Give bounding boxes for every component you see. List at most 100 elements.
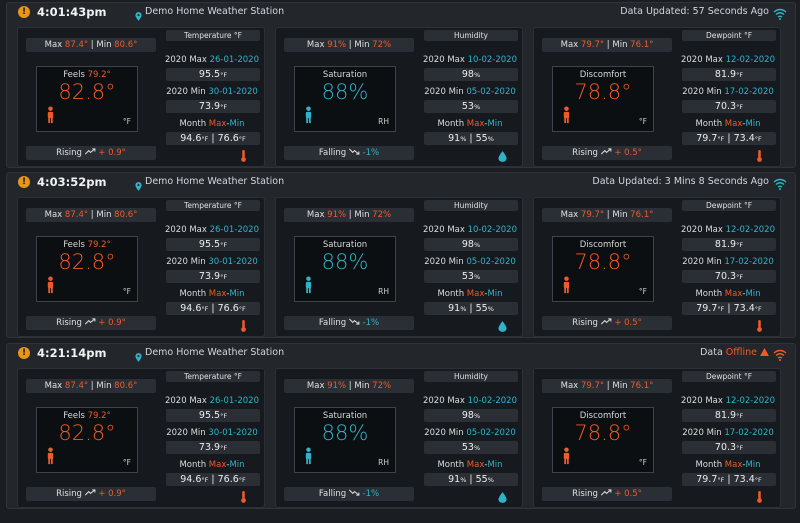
trend-arrow-icon — [600, 489, 615, 499]
min-label: | Min — [346, 381, 373, 391]
year-max-text: 2020 Max — [680, 396, 726, 406]
month-sep: | — [724, 474, 734, 485]
data-status: Data Updated: 57 Seconds Ago — [620, 6, 769, 17]
humidity-gauge: Saturation 88% RH — [294, 407, 396, 473]
year-max-label: 2020 Max 26-01-2020 — [158, 225, 266, 235]
min-value: 72% — [372, 210, 392, 220]
dewpoint-card: Max 79.7° | Min 76.1° Discomfort 78.8° °F Ri… — [533, 27, 781, 167]
trend-value: + 0.9° — [98, 318, 126, 328]
year-max-label: 2020 Max 12-02-2020 — [674, 55, 782, 65]
humidity-day-max-min: Max 91% | Min 72% — [284, 208, 414, 222]
data-status-value: Offline — [725, 347, 757, 358]
year-min-number: 70.3 — [714, 442, 737, 453]
month-max: Max — [208, 460, 227, 470]
unit: °F — [238, 135, 246, 143]
year-min-value: 73.9°F — [166, 441, 260, 454]
month-min: Min — [745, 119, 761, 129]
warning-icon[interactable]: ! — [18, 347, 30, 359]
dewpoint-trend: Rising + 0.5° — [542, 487, 672, 501]
station-name[interactable]: Demo Home Weather Station — [145, 6, 284, 17]
station-name[interactable]: Demo Home Weather Station — [145, 347, 284, 358]
unit: % — [487, 135, 494, 143]
unit: % — [473, 71, 481, 79]
month-min-number: 76.6 — [217, 133, 239, 144]
month-max-number: 91 — [448, 133, 461, 144]
trend-value: -1% — [362, 148, 380, 158]
month-value: 94.6°F | 76.6°F — [166, 302, 260, 315]
warning-icon[interactable]: ! — [18, 6, 30, 18]
year-min-value: 53% — [424, 100, 518, 113]
max-label: Max — [560, 210, 581, 220]
max-value: 87.4° — [64, 381, 89, 391]
unit: °F — [220, 444, 228, 452]
month-min-number: 73.4 — [733, 303, 755, 314]
station-name[interactable]: Demo Home Weather Station — [145, 176, 284, 187]
year-min-label: 2020 Min 05-02-2020 — [416, 87, 524, 97]
year-max-value: 81.9°F — [682, 238, 776, 251]
month-max-number: 79.7 — [696, 133, 718, 144]
trend-value: + 0.5° — [614, 489, 642, 499]
temperature-gauge: Feels 79.2° 82.8° °F — [36, 407, 138, 473]
year-max-value: 95.5°F — [166, 68, 260, 81]
temperature-gauge: Feels 79.2° 82.8° °F — [36, 66, 138, 132]
year-min-label: 2020 Min 30-01-2020 — [158, 257, 266, 267]
dewpoint-gauge: Discomfort 78.8° °F — [552, 407, 654, 473]
gauge-label: Feels 79.2° — [37, 240, 137, 250]
month-sep: | — [466, 474, 476, 485]
max-value: 87.4° — [64, 210, 89, 220]
year-max-number: 98 — [461, 239, 474, 250]
year-min-text: 2020 Min — [424, 428, 467, 438]
unit: °F — [754, 476, 762, 484]
year-min-text: 2020 Min — [166, 257, 209, 267]
trend-value: -1% — [362, 489, 380, 499]
month-label: Month Max-Min — [674, 119, 782, 129]
month-value: 91% | 55% — [424, 473, 518, 486]
gauge-label-value: 79.2° — [87, 240, 111, 250]
year-min-label: 2020 Min 05-02-2020 — [416, 257, 524, 267]
month-sep: | — [208, 474, 218, 485]
year-min-number: 53 — [461, 101, 474, 112]
gauge-unit: °F — [638, 117, 647, 126]
year-max-label: 2020 Max 12-02-2020 — [674, 396, 782, 406]
month-min: Min — [745, 289, 761, 299]
max-value: 91% — [327, 381, 347, 391]
year-max-label: 2020 Max 26-01-2020 — [158, 396, 266, 406]
month-max-number: 79.7 — [696, 474, 718, 485]
month-value: 94.6°F | 76.6°F — [166, 132, 260, 145]
year-min-label: 2020 Min 17-02-2020 — [674, 257, 782, 267]
unit: °F — [220, 241, 228, 249]
min-value: 80.6° — [114, 210, 138, 220]
year-min-label: 2020 Min 30-01-2020 — [158, 428, 266, 438]
year-min-number: 53 — [461, 271, 474, 282]
year-max-date: 26-01-2020 — [209, 396, 259, 406]
person-icon — [46, 106, 55, 124]
max-value: 91% — [327, 40, 347, 50]
month-min-number: 76.6 — [217, 303, 239, 314]
month-text: Month — [437, 119, 467, 129]
month-max: Max — [466, 289, 485, 299]
month-label: Month Max-Min — [416, 289, 524, 299]
person-icon — [562, 276, 571, 294]
unit: % — [473, 103, 481, 111]
gauge-label-text: Discomfort — [579, 70, 627, 80]
dewpoint-day-max-min: Max 79.7° | Min 76.1° — [542, 208, 672, 222]
gauge-label: Saturation — [295, 70, 395, 80]
dewpoint-title: Dewpoint °F — [682, 200, 776, 211]
gauge-unit: °F — [122, 117, 131, 126]
thermometer-icon — [240, 317, 248, 332]
trend-arrow-icon — [84, 148, 99, 158]
warning-icon[interactable]: ! — [18, 176, 30, 188]
unit: % — [487, 305, 494, 313]
min-value: 76.1° — [630, 210, 654, 220]
max-value: 87.4° — [64, 40, 89, 50]
year-max-number: 81.9 — [714, 69, 737, 80]
data-status: Data Offline — [700, 347, 769, 358]
trend-arrow-icon — [348, 489, 363, 499]
min-label: | Min — [88, 381, 115, 391]
unit: °F — [238, 305, 246, 313]
gauge-label-text: Feels — [63, 70, 88, 80]
gauge-unit: RH — [378, 458, 389, 467]
year-min-number: 70.3 — [714, 271, 737, 282]
gauge-value: 78.8° — [574, 80, 632, 104]
year-max-number: 98 — [461, 410, 474, 421]
